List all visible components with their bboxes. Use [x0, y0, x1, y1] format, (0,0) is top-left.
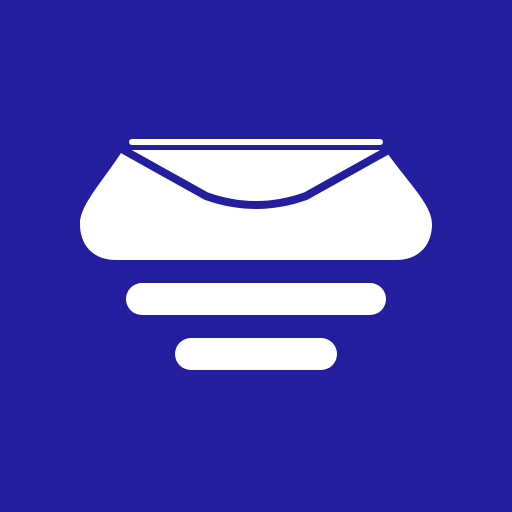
line-long: [126, 283, 386, 315]
mail-tray-icon: [0, 0, 512, 512]
app-icon: [0, 0, 512, 512]
line-short: [175, 338, 337, 370]
